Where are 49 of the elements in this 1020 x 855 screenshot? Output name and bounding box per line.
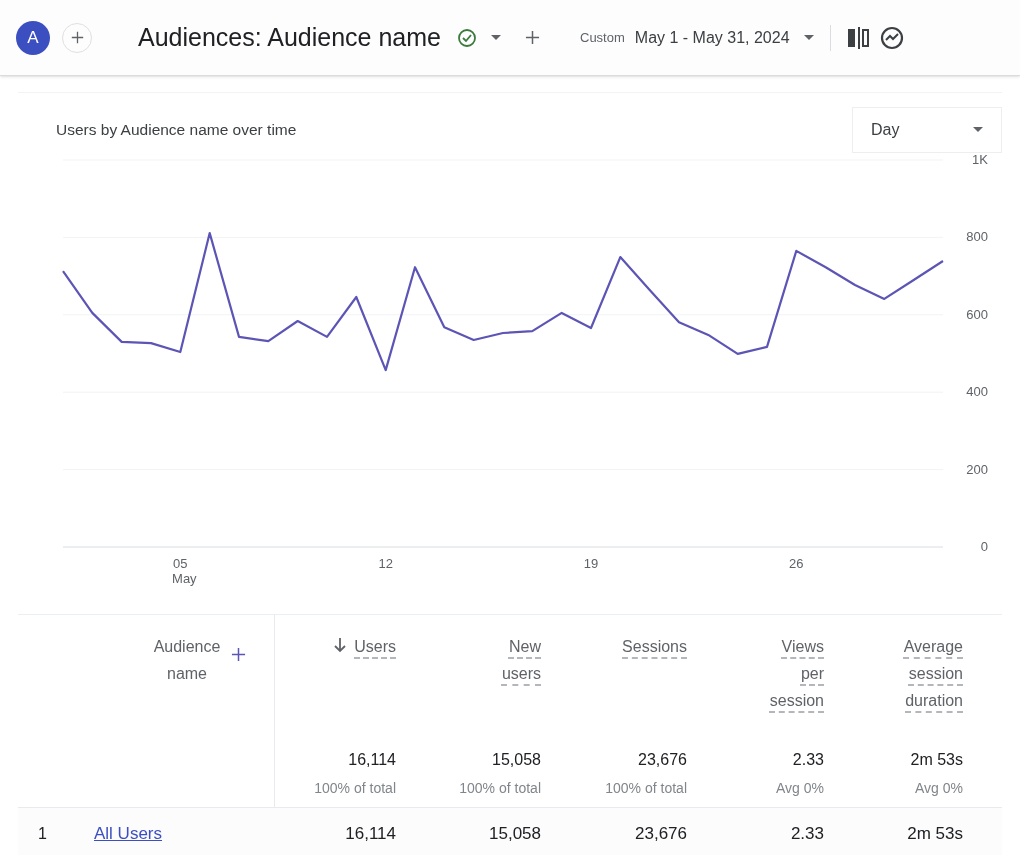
column-header[interactable]: Views per session [764, 633, 824, 714]
table-cell-text: 15,058 [489, 822, 541, 845]
table-cell-text: 16,114 [345, 822, 396, 845]
granularity-dropdown[interactable]: Day [852, 107, 1002, 153]
x-axis-month-label: May [172, 571, 197, 586]
x-axis-label: 12 [378, 556, 393, 571]
row-number: 1 [38, 823, 48, 844]
y-axis-label: 0 [980, 539, 988, 554]
y-axis-label: 200 [966, 461, 988, 477]
check-circle-icon [457, 27, 477, 48]
total-note: 100% of total [605, 779, 687, 798]
add-dimension-icon[interactable] [231, 647, 246, 662]
y-axis-label: 800 [966, 229, 988, 245]
audience-link[interactable]: All Users [94, 820, 162, 847]
date-range-button[interactable]: May 1 - May 31, 2024 [634, 25, 814, 50]
table-cell-text: 2m 53s [907, 822, 963, 845]
total-value: 2.33 [792, 750, 824, 770]
total-note: 100% of total [314, 779, 396, 798]
caret-icon[interactable] [491, 34, 501, 41]
total-note: Avg 0% [776, 779, 824, 798]
add-comparison-icon[interactable] [525, 30, 540, 45]
x-axis-label: 19 [583, 556, 599, 571]
table-cell-text: 2.33 [790, 822, 824, 845]
total-note: Avg 0% [915, 779, 963, 798]
x-axis-label: 05 [173, 556, 188, 571]
avatar[interactable]: A [16, 20, 50, 55]
x-axis-label: 26 [789, 556, 804, 571]
total-value: 16,114 [348, 750, 396, 770]
total-value: 2m 53s [910, 750, 963, 770]
total-note: 100% of total [459, 779, 541, 798]
column-header[interactable]: Average session duration [883, 633, 963, 714]
insights-icon[interactable] [878, 24, 905, 51]
date-label: Custom [580, 28, 625, 47]
caret-icon [803, 34, 814, 41]
column-header[interactable]: Sessions [622, 633, 687, 660]
column-header: Audience name [152, 637, 222, 684]
column-header[interactable]: New users [491, 633, 541, 687]
y-axis-label: 600 [966, 306, 988, 322]
y-axis-label: 1K [972, 155, 988, 167]
table-cell-text: 23,676 [635, 822, 687, 845]
page-title: Audiences: Audience name [138, 21, 441, 53]
sort-down-arrow-icon[interactable] [334, 638, 347, 653]
column-header[interactable]: Users [354, 633, 396, 660]
y-axis-label: 400 [966, 384, 988, 400]
plus-icon [70, 31, 84, 44]
caret-icon [973, 127, 983, 133]
total-value: 23,676 [638, 750, 687, 770]
chart-title: Users by Audience name over time [56, 120, 297, 141]
total-value: 15,058 [492, 750, 541, 770]
